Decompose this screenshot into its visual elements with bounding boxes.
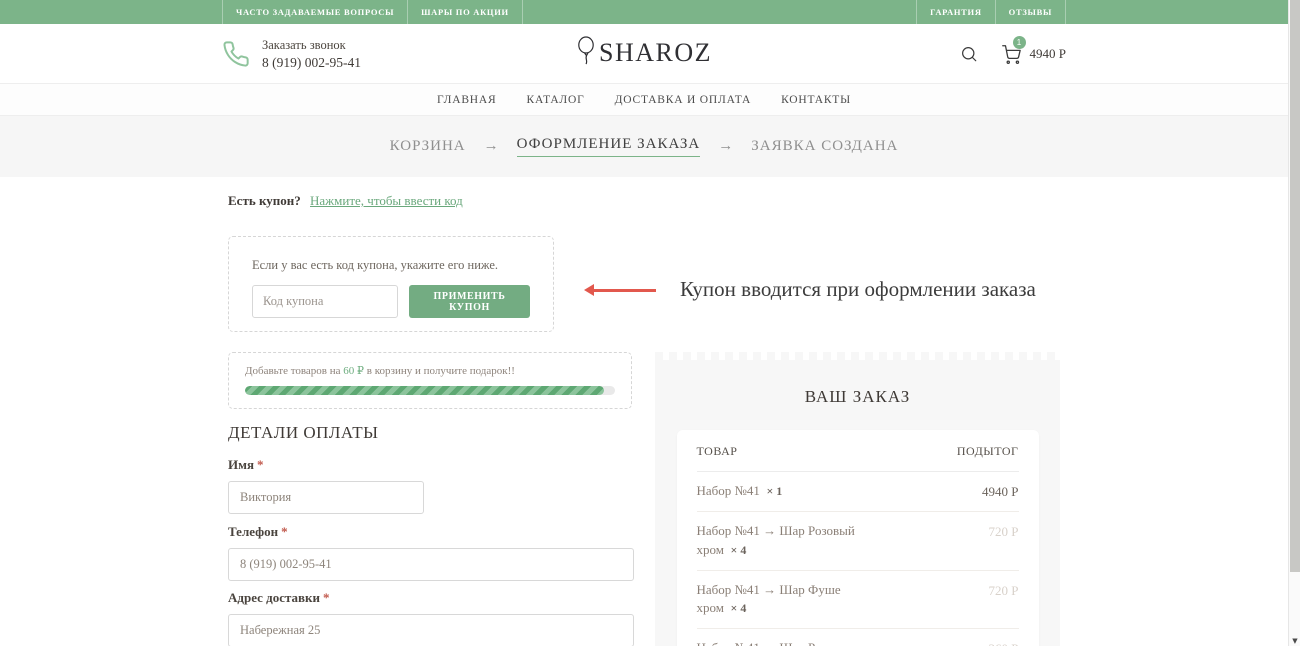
phone-icon: [222, 40, 250, 68]
header: Заказать звонок 8 (919) 002-95-41 SHAROZ: [0, 24, 1288, 84]
logo[interactable]: SHAROZ: [576, 36, 712, 71]
order-title: ВАШ ЗАКАЗ: [655, 387, 1060, 407]
step-created: ЗАЯВКА СОЗДАНА: [751, 138, 898, 155]
nav-catalog[interactable]: КАТАЛОГ: [527, 94, 585, 106]
topbar: ЧАСТО ЗАДАВАЕМЫЕ ВОПРОСЫ ШАРЫ ПО АКЦИИ Г…: [0, 0, 1288, 24]
order-item-row: Набор №41 → Шар Розовое Золото хром × 2 …: [697, 629, 1019, 646]
nav-delivery[interactable]: ДОСТАВКА И ОПЛАТА: [615, 94, 751, 106]
step-cart[interactable]: КОРЗИНА: [390, 138, 466, 155]
coupon-box: Если у вас есть код купона, укажите его …: [228, 236, 554, 332]
order-item-row: Набор №41 → Шар Розовый хром × 4 720 Р: [697, 512, 1019, 571]
balloon-icon: [576, 36, 598, 71]
field-phone-label: Телефон*: [228, 524, 288, 539]
gift-progress-fill: [245, 386, 604, 395]
step-arrow-icon: →: [484, 138, 499, 155]
annotation-text: Купон вводится при оформлении заказа: [680, 277, 1036, 302]
coupon-code-input[interactable]: [252, 285, 398, 318]
coupon-hint: Если у вас есть код купона, укажите его …: [252, 258, 530, 273]
field-address: Адрес доставки*: [228, 589, 634, 646]
required-mark: *: [257, 457, 264, 472]
item-price: 720 Р: [989, 524, 1019, 540]
item-qty: × 4: [730, 543, 746, 557]
topbar-link-warranty[interactable]: ГАРАНТИЯ: [916, 0, 995, 24]
topbar-right-links: ГАРАНТИЯ ОТЗЫВЫ: [916, 0, 1066, 24]
item-name: Набор №41 → Шар Фуше хром: [697, 582, 841, 616]
gift-progress-track: [245, 386, 615, 395]
item-qty: × 1: [766, 484, 782, 498]
gift-progress-box: Добавьте товаров на 60 ₽ в корзину и пол…: [228, 352, 632, 409]
order-table-header: ТОВАР ПОДЫТОГ: [697, 430, 1019, 472]
coupon-question: Есть купон?: [228, 193, 301, 208]
annotation: Купон вводится при оформлении заказа: [588, 277, 1036, 302]
phone-number: 8 (919) 002-95-41: [262, 55, 361, 71]
address-input[interactable]: [228, 614, 634, 646]
item-name: Набор №41: [697, 483, 760, 498]
topbar-link-sale-balloons[interactable]: ШАРЫ ПО АКЦИИ: [407, 0, 523, 24]
logo-text: SHAROZ: [599, 40, 712, 66]
topbar-left-links: ЧАСТО ЗАДАВАЕМЫЕ ВОПРОСЫ ШАРЫ ПО АКЦИИ: [222, 0, 523, 24]
page: ЧАСТО ЗАДАВАЕМЫЕ ВОПРОСЫ ШАРЫ ПО АКЦИИ Г…: [0, 0, 1300, 646]
col-product: ТОВАР: [697, 444, 738, 459]
item-price: 360 Р: [989, 641, 1019, 646]
item-name: Набор №41 → Шар Розовое Золото хром: [697, 640, 852, 646]
coupon-question-row: Есть купон? Нажмите, чтобы ввести код: [228, 193, 463, 209]
gift-text: Добавьте товаров на 60 ₽ в корзину и пол…: [245, 364, 615, 377]
required-mark: *: [323, 590, 330, 605]
item-price: 720 Р: [989, 583, 1019, 599]
order-item-row: Набор №41 → Шар Фуше хром × 4 720 Р: [697, 571, 1019, 630]
item-name: Набор №41 → Шар Розовый хром: [697, 523, 855, 557]
scrollbar-down-arrow-icon[interactable]: ▼: [1289, 637, 1300, 645]
scrollbar-thumb[interactable]: [1290, 0, 1300, 572]
nav-contacts[interactable]: КОНТАКТЫ: [781, 94, 851, 106]
topbar-link-faq[interactable]: ЧАСТО ЗАДАВАЕМЫЕ ВОПРОСЫ: [222, 0, 407, 24]
order-item-row: Набор №41 × 1 4940 Р: [697, 472, 1019, 512]
annotation-arrow-icon: [588, 289, 656, 292]
field-phone: Телефон*: [228, 523, 634, 581]
item-qty: × 4: [730, 601, 746, 615]
field-name-label: Имя*: [228, 457, 264, 472]
field-address-label: Адрес доставки*: [228, 590, 330, 605]
receipt-edge: [655, 352, 1060, 360]
search-icon[interactable]: [960, 45, 978, 63]
callback-label: Заказать звонок: [262, 36, 361, 55]
step-checkout[interactable]: ОФОРМЛЕНИЕ ЗАКАЗА: [517, 136, 701, 157]
item-price: 4940 Р: [982, 484, 1018, 500]
order-summary-panel: ВАШ ЗАКАЗ ТОВАР ПОДЫТОГ Набор №41 × 1 49…: [655, 352, 1060, 646]
coupon-toggle-link[interactable]: Нажмите, чтобы ввести код: [310, 193, 463, 208]
apply-coupon-button[interactable]: ПРИМЕНИТЬ КУПОН: [409, 285, 530, 318]
scrollbar[interactable]: ▼: [1288, 0, 1300, 646]
cart-count-badge: 1: [1013, 36, 1026, 49]
phone-input[interactable]: [228, 548, 634, 581]
step-arrow-icon: →: [718, 138, 733, 155]
cart-button[interactable]: 1 4940 Р: [1000, 43, 1066, 65]
name-input[interactable]: [228, 481, 424, 514]
cart-total: 4940 Р: [1030, 46, 1066, 62]
gift-amount: 60 ₽: [343, 365, 364, 377]
field-name: Имя*: [228, 456, 424, 514]
required-mark: *: [281, 524, 288, 539]
order-card: ТОВАР ПОДЫТОГ Набор №41 × 1 4940 Р Набор…: [677, 430, 1039, 646]
billing-title: ДЕТАЛИ ОПЛАТЫ: [228, 423, 378, 443]
topbar-link-reviews[interactable]: ОТЗЫВЫ: [995, 0, 1066, 24]
main-nav: ГЛАВНАЯ КАТАЛОГ ДОСТАВКА И ОПЛАТА КОНТАК…: [0, 84, 1288, 116]
col-subtotal: ПОДЫТОГ: [957, 444, 1019, 459]
main-content: Есть купон? Нажмите, чтобы ввести код Ес…: [0, 177, 1288, 646]
nav-home[interactable]: ГЛАВНАЯ: [437, 94, 496, 106]
checkout-steps: КОРЗИНА → ОФОРМЛЕНИЕ ЗАКАЗА → ЗАЯВКА СОЗ…: [0, 116, 1288, 177]
callback-block[interactable]: Заказать звонок 8 (919) 002-95-41: [222, 36, 361, 71]
